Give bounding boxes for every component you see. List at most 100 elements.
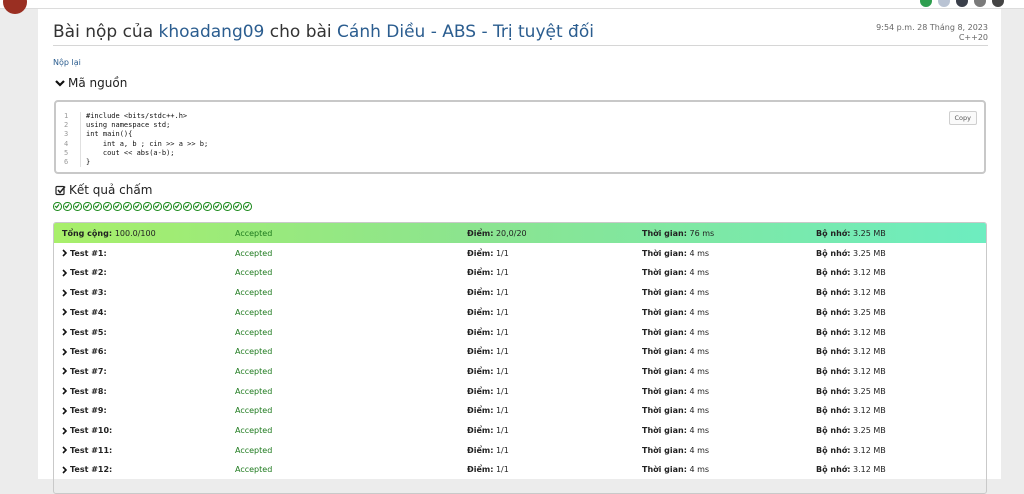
total-label: Tổng cộng:: [62, 229, 113, 238]
results-heading: Kết quả chấm: [55, 183, 152, 197]
test-status: Accepted: [235, 347, 273, 357]
chevron-right-icon: [62, 289, 67, 297]
total-points-label: Điểm:: [467, 229, 494, 238]
test-memory-label: Bộ nhớ:: [816, 426, 851, 435]
test-points: Điểm: 1/1: [467, 288, 509, 297]
test-row[interactable]: Test #2: Accepted Điểm: 1/1 Thời gian: 4 ms…: [54, 262, 986, 282]
test-name-label: Test #2:: [70, 268, 107, 278]
test-row[interactable]: Test #7: Accepted Điểm: 1/1 Thời gian: 4 ms…: [54, 361, 986, 381]
test-row[interactable]: Test #10: Accepted Điểm: 1/1 Thời gian: 4 m…: [54, 420, 986, 440]
check-circle-icon: [103, 202, 112, 211]
page-title: Bài nộp của khoadang09 cho bài Cánh Diều…: [53, 22, 594, 42]
total-row: Tổng cộng: 100.0/100 Accepted Điểm: 20,0/2…: [54, 223, 986, 243]
user-icon[interactable]: [956, 0, 968, 7]
results-table: Tổng cộng: 100.0/100 Accepted Điểm: 20,0/2…: [53, 222, 987, 494]
test-points-value: 1/1: [493, 248, 509, 258]
test-name-label: Test #4:: [70, 307, 107, 317]
test-points-label: Điểm:: [467, 307, 494, 317]
test-points: Điểm: 1/1: [467, 328, 509, 337]
test-memory-value: 3.12 MB: [850, 406, 886, 416]
test-time: Thời gian: 4 ms: [642, 288, 709, 297]
test-points-label: Điểm:: [467, 426, 494, 435]
test-time-value: 4 ms: [686, 288, 710, 298]
chevron-right-icon: [62, 407, 67, 415]
test-points-label: Điểm:: [467, 406, 494, 416]
submission-language: C++20: [958, 33, 988, 42]
menu-icon[interactable]: [992, 0, 1004, 7]
test-time-label: Thời gian:: [642, 288, 687, 298]
submission-meta: 9:54 p.m. 28 Tháng 8, 2023 C++20: [876, 23, 988, 43]
test-row[interactable]: Test #9: Accepted Điểm: 1/1 Thời gian: 4 ms…: [54, 400, 986, 420]
test-name-label: Test #12:: [70, 465, 113, 475]
test-row[interactable]: Test #5: Accepted Điểm: 1/1 Thời gian: 4 ms…: [54, 322, 986, 342]
check-circle-icon: [53, 202, 62, 211]
title-mid: cho bài: [269, 22, 332, 42]
test-row[interactable]: Test #12: Accepted Điểm: 1/1 Thời gian: 4 m…: [54, 459, 986, 479]
code-line-number: 1: [64, 112, 69, 120]
source-heading-label: Mã nguồn: [68, 76, 128, 90]
test-points: Điểm: 1/1: [467, 347, 509, 356]
test-memory: Bộ nhớ: 3.12 MB: [816, 446, 886, 455]
chevron-right-icon: [62, 367, 67, 375]
test-points-label: Điểm:: [467, 268, 494, 278]
test-check-row: [53, 202, 252, 211]
test-points-value: 1/1: [493, 288, 509, 298]
copy-button[interactable]: Copy: [948, 111, 977, 125]
test-row[interactable]: Test #11: Accepted Điểm: 1/1 Thời gian: 4 m…: [54, 440, 986, 460]
test-row[interactable]: Test #3: Accepted Điểm: 1/1 Thời gian: 4 ms…: [54, 282, 986, 302]
resubmit-link[interactable]: Nộp lại: [53, 58, 81, 67]
test-time-value: 4 ms: [686, 248, 710, 258]
test-memory-value: 3.25 MB: [850, 248, 886, 258]
test-points: Điểm: 1/1: [467, 268, 509, 277]
test-points: Điểm: 1/1: [467, 387, 509, 396]
test-row[interactable]: Test #1: Accepted Điểm: 1/1 Thời gian: 4 ms…: [54, 243, 986, 263]
total-memory-value: 3.25 MB: [850, 229, 886, 238]
test-time: Thời gian: 4 ms: [642, 268, 709, 277]
test-memory-value: 3.12 MB: [850, 445, 886, 455]
total-points-value: 20,0/20: [493, 229, 527, 238]
test-time-value: 4 ms: [686, 445, 710, 455]
code-line-numbers: 123456: [64, 112, 68, 167]
test-name-label: Test #3:: [70, 288, 107, 298]
test-memory: Bộ nhớ: 3.12 MB: [816, 268, 886, 277]
user-link[interactable]: khoadang09: [159, 22, 265, 42]
check-circle-icon: [153, 202, 162, 211]
source-code-box: 123456 #include <bits/stdc++.h> using na…: [54, 100, 986, 174]
settings-icon[interactable]: [974, 0, 986, 7]
total-score: 100.0/100: [114, 229, 156, 238]
test-row[interactable]: Test #8: Accepted Điểm: 1/1 Thời gian: 4 ms…: [54, 381, 986, 401]
total-name: Tổng cộng: 100.0/100: [62, 229, 156, 238]
check-circle-icon: [193, 202, 202, 211]
check-circle-icon: [133, 202, 142, 211]
test-points-value: 1/1: [493, 426, 509, 435]
test-memory-label: Bộ nhớ:: [816, 465, 851, 475]
test-status: Accepted: [235, 248, 273, 258]
status-dot-icon[interactable]: [920, 0, 932, 7]
test-name: Test #7:: [62, 367, 107, 376]
problem-link[interactable]: Cánh Diều - ABS - Trị tuyệt đối: [337, 22, 594, 42]
chevron-right-icon: [62, 387, 67, 395]
total-time-label: Thời gian:: [642, 229, 687, 238]
test-row[interactable]: Test #4: Accepted Điểm: 1/1 Thời gian: 4 ms…: [54, 302, 986, 322]
results-heading-label: Kết quả chấm: [69, 183, 153, 197]
main-content: Bài nộp của khoadang09 cho bài Cánh Diều…: [38, 9, 1001, 494]
site-logo[interactable]: [3, 0, 27, 14]
test-points: Điểm: 1/1: [467, 367, 509, 376]
source-heading[interactable]: Mã nguồn: [55, 76, 127, 90]
total-memory-label: Bộ nhớ:: [816, 229, 851, 238]
test-name: Test #5:: [62, 328, 107, 337]
source-code: #include <bits/stdc++.h> using namespace…: [80, 112, 208, 168]
test-memory: Bộ nhớ: 3.12 MB: [816, 465, 886, 474]
chevron-right-icon: [62, 348, 67, 356]
test-memory: Bộ nhớ: 3.25 MB: [816, 249, 886, 258]
test-row[interactable]: Test #6: Accepted Điểm: 1/1 Thời gian: 4 ms…: [54, 341, 986, 361]
notification-icon[interactable]: [938, 0, 950, 7]
test-time-label: Thời gian:: [642, 268, 687, 278]
test-status: Accepted: [235, 268, 273, 278]
check-circle-icon: [143, 202, 152, 211]
test-status: Accepted: [235, 386, 273, 396]
test-time: Thời gian: 4 ms: [642, 406, 709, 415]
code-line-number: 4: [64, 139, 69, 148]
total-memory: Bộ nhớ: 3.25 MB: [816, 229, 886, 238]
test-memory-value: 3.12 MB: [850, 366, 886, 376]
